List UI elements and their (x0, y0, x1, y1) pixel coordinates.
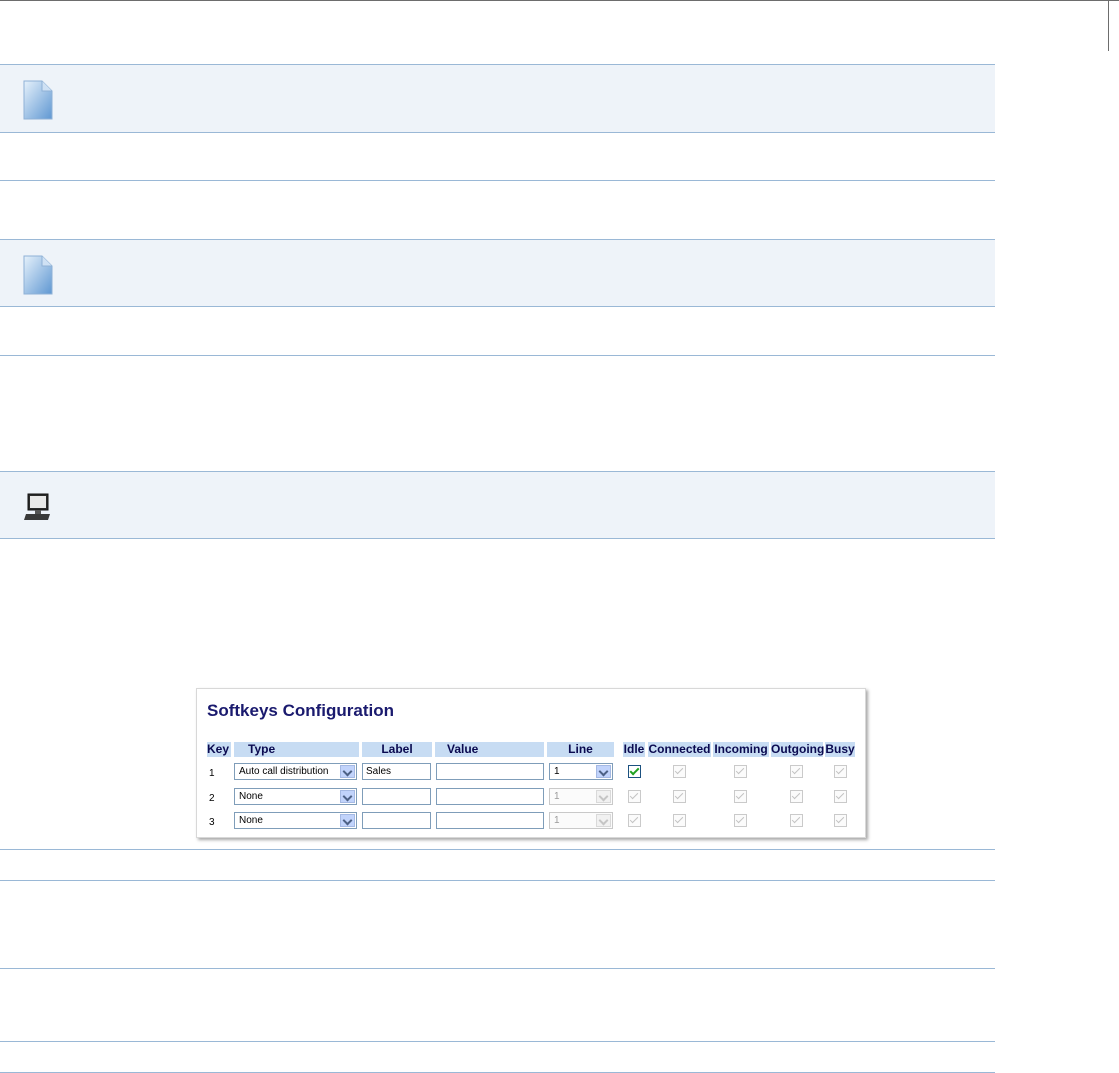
chevron-down-icon (340, 765, 355, 778)
line-select-value: 1 (554, 791, 560, 802)
divider (0, 180, 995, 181)
col-line: Line (547, 742, 614, 757)
col-key: Key (207, 742, 231, 757)
divider (0, 355, 995, 356)
col-busy: Busy (825, 742, 855, 757)
busy-checkbox[interactable] (834, 765, 847, 778)
incoming-checkbox[interactable] (734, 765, 747, 778)
chevron-down-icon (596, 814, 611, 827)
outgoing-checkbox[interactable] (790, 814, 803, 827)
divider (0, 880, 995, 881)
note-box-1 (0, 64, 995, 133)
divider (0, 1041, 995, 1042)
col-outgoing: Outgoing (771, 742, 825, 757)
label-input[interactable] (362, 788, 431, 805)
type-select[interactable]: None (234, 812, 357, 829)
note-page-icon (22, 254, 54, 301)
chevron-down-icon (596, 765, 611, 778)
chevron-down-icon (340, 814, 355, 827)
type-select-value: Auto call distribution (239, 766, 329, 777)
row-key: 1 (209, 768, 215, 779)
busy-checkbox[interactable] (834, 790, 847, 803)
incoming-checkbox[interactable] (734, 814, 747, 827)
label-input[interactable]: Sales (362, 763, 431, 780)
type-select-value: None (239, 815, 263, 826)
computer-icon (24, 492, 54, 527)
value-input[interactable] (436, 788, 544, 805)
right-rule (1108, 0, 1109, 51)
value-input[interactable] (436, 763, 544, 780)
connected-checkbox[interactable] (673, 765, 686, 778)
softkeys-panel: Softkeys Configuration Key Type Label Va… (196, 688, 866, 838)
col-type: Type (234, 742, 359, 757)
col-value: Value (435, 742, 544, 757)
divider (0, 968, 995, 969)
col-label: Label (362, 742, 432, 757)
type-select[interactable]: Auto call distribution (234, 763, 357, 780)
top-rule (0, 0, 1119, 1)
note-box-3 (0, 471, 995, 539)
idle-checkbox[interactable] (628, 790, 641, 803)
connected-checkbox[interactable] (673, 814, 686, 827)
label-input[interactable] (362, 812, 431, 829)
incoming-checkbox[interactable] (734, 790, 747, 803)
row-key: 3 (209, 817, 215, 828)
note-page-icon (22, 79, 54, 126)
note-box-2 (0, 239, 995, 307)
row-key: 2 (209, 793, 215, 804)
type-select[interactable]: None (234, 788, 357, 805)
panel-title: Softkeys Configuration (207, 701, 395, 720)
col-incoming: Incoming (713, 742, 769, 757)
busy-checkbox[interactable] (834, 814, 847, 827)
idle-checkbox[interactable] (628, 814, 641, 827)
chevron-down-icon (596, 790, 611, 803)
outgoing-checkbox[interactable] (790, 765, 803, 778)
connected-checkbox[interactable] (673, 790, 686, 803)
col-connected: Connected (648, 742, 711, 757)
chevron-down-icon (340, 790, 355, 803)
line-select-value: 1 (554, 766, 560, 777)
outgoing-checkbox[interactable] (790, 790, 803, 803)
divider (0, 849, 995, 850)
line-select-value: 1 (554, 815, 560, 826)
type-select-value: None (239, 791, 263, 802)
col-idle: Idle (623, 742, 645, 757)
value-input[interactable] (436, 812, 544, 829)
line-select[interactable]: 1 (549, 763, 613, 780)
line-select[interactable]: 1 (549, 788, 613, 805)
idle-checkbox[interactable] (628, 765, 641, 778)
line-select[interactable]: 1 (549, 812, 613, 829)
